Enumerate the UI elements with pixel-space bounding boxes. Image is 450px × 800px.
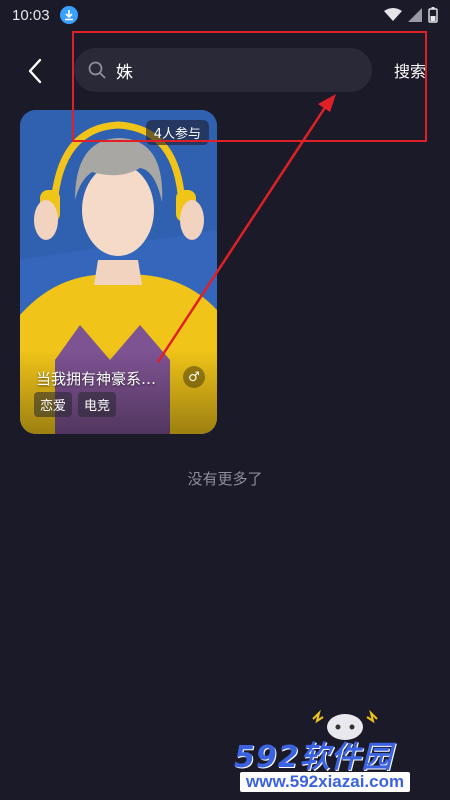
search-icon [88, 61, 106, 79]
status-icons [384, 7, 438, 23]
back-button[interactable] [20, 56, 50, 86]
watermark-url: www.592xiazai.com [240, 772, 411, 792]
status-time: 10:03 [12, 6, 50, 24]
watermark-logo: 592软件园 [234, 740, 393, 775]
download-icon [59, 6, 78, 24]
chevron-left-icon [28, 58, 42, 84]
tag-item: 电竞 [78, 392, 117, 417]
participants-badge: 4人参与 [145, 120, 209, 145]
male-icon: ♂ [183, 366, 205, 388]
search-box[interactable] [74, 48, 372, 92]
battery-icon [428, 7, 438, 23]
search-header: 搜索 [0, 46, 450, 94]
signal-icon [408, 8, 422, 22]
search-button[interactable]: 搜索 [394, 58, 426, 82]
tag-item: 恋爱 [34, 392, 73, 417]
no-more-text: 没有更多了 [187, 470, 263, 488]
wifi-icon [384, 8, 402, 21]
story-card[interactable]: 4人参与 当我拥有神豪系… ♂ 恋爱 电竞 [20, 110, 217, 434]
tag-list: 恋爱 电竞 [34, 392, 117, 417]
card-title: 当我拥有神豪系… [36, 370, 157, 388]
status-bar: 10:03 [0, 0, 450, 30]
watermark: 592软件园 www.592xiazai.com [226, 728, 450, 800]
search-input[interactable] [116, 60, 346, 80]
